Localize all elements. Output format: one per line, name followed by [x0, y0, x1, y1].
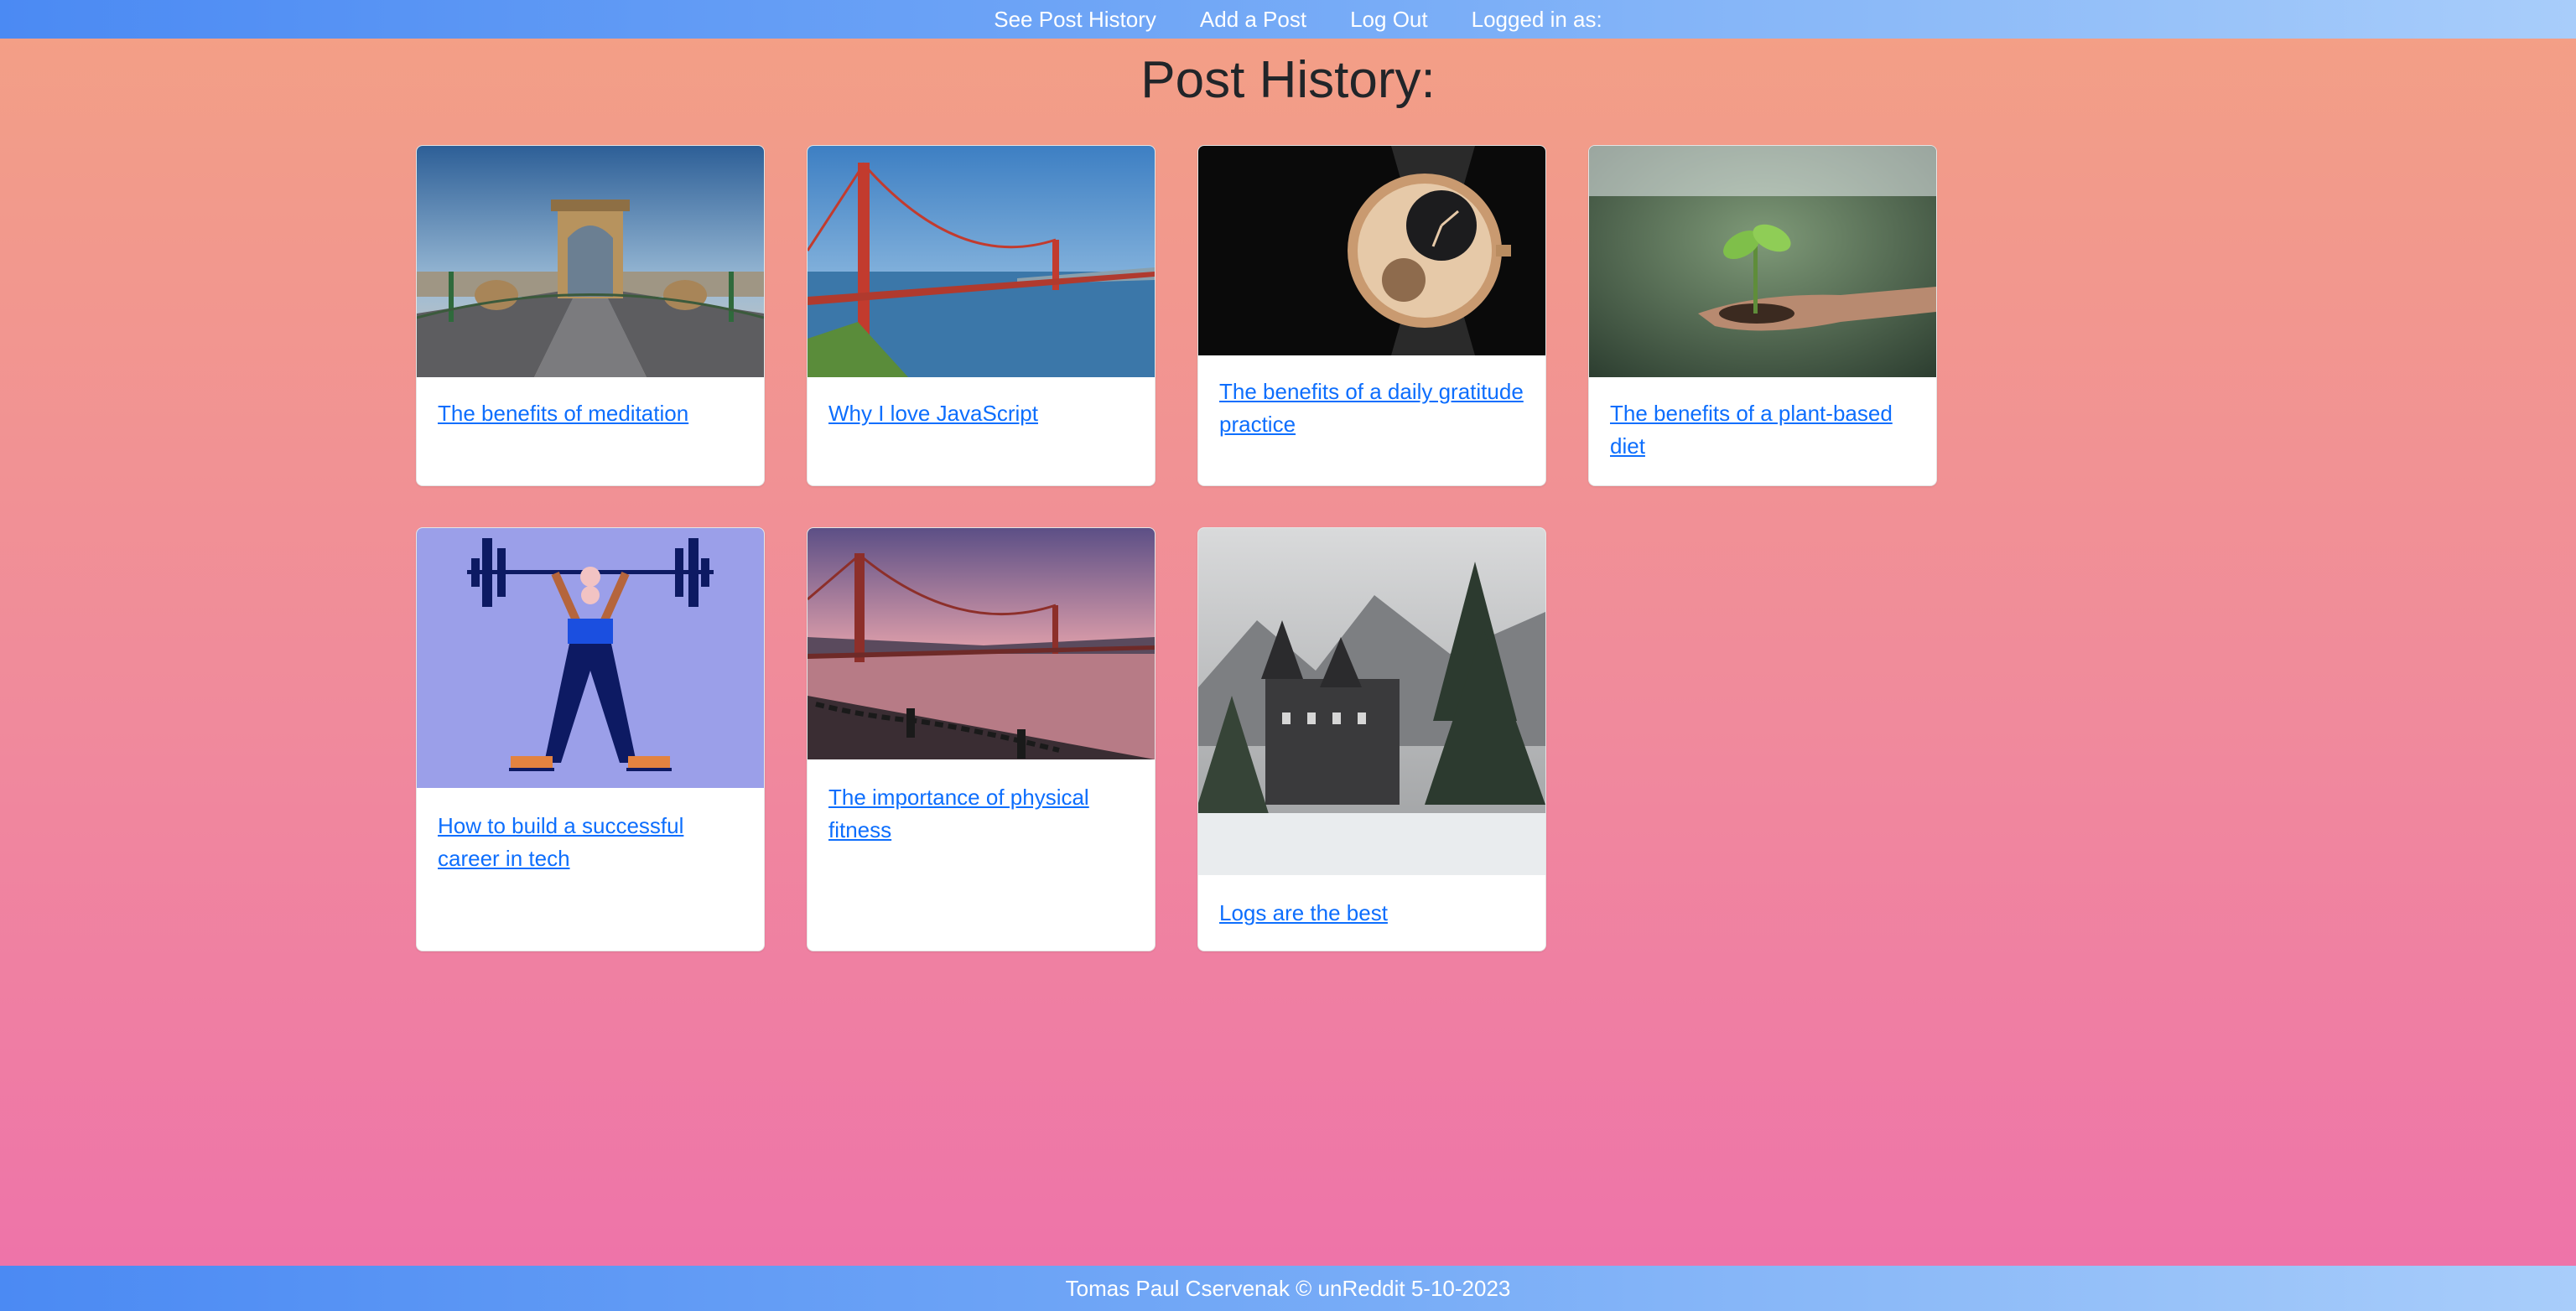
- post-title-link[interactable]: The benefits of a daily gratitude practi…: [1219, 376, 1524, 441]
- snowy-castle-image[interactable]: [1198, 528, 1545, 875]
- nav-log-out-link[interactable]: Log Out: [1350, 8, 1428, 30]
- nav-links: See Post History Add a Post Log Out Logg…: [994, 8, 1602, 30]
- footer: Tomas Paul Cservenak © unReddit 5-10-202…: [0, 1266, 2576, 1311]
- footer-text: Tomas Paul Cservenak © unReddit 5-10-202…: [1065, 1275, 1511, 1301]
- seedling-image[interactable]: [1589, 146, 1936, 377]
- golden-gate-sunset-image[interactable]: [808, 528, 1155, 759]
- weightlifter-image[interactable]: [417, 528, 764, 788]
- post-title-link[interactable]: Logs are the best: [1219, 897, 1524, 930]
- post-title-link[interactable]: How to build a successful career in tech: [438, 810, 743, 875]
- post-card-gratitude: The benefits of a daily gratitude practi…: [1197, 145, 1546, 486]
- post-card-javascript: Why I love JavaScript: [807, 145, 1156, 486]
- post-title-link[interactable]: Why I love JavaScript: [828, 397, 1134, 430]
- chain-bridge-image[interactable]: [417, 146, 764, 377]
- logged-in-as-label: Logged in as:: [1471, 7, 1602, 32]
- post-card-physical-fitness: The importance of physical fitness: [807, 527, 1156, 951]
- post-title-link[interactable]: The benefits of a plant-based diet: [1610, 397, 1915, 463]
- post-title-link[interactable]: The benefits of meditation: [438, 397, 743, 430]
- page-title: Post History:: [1140, 51, 1436, 109]
- nav-see-post-history-link[interactable]: See Post History: [994, 8, 1156, 30]
- post-card-career-in-tech: How to build a successful career in tech: [416, 527, 765, 951]
- post-card-meditation: The benefits of meditation: [416, 145, 765, 486]
- golden-gate-image[interactable]: [808, 146, 1155, 377]
- nav-add-post-link[interactable]: Add a Post: [1200, 8, 1306, 30]
- post-card-logs: Logs are the best: [1197, 527, 1546, 951]
- post-card-plant-based-diet: The benefits of a plant-based diet: [1588, 145, 1937, 486]
- post-title-link[interactable]: The importance of physical fitness: [828, 781, 1134, 847]
- wristwatch-image[interactable]: [1198, 146, 1545, 355]
- top-navbar: See Post History Add a Post Log Out Logg…: [0, 0, 2576, 39]
